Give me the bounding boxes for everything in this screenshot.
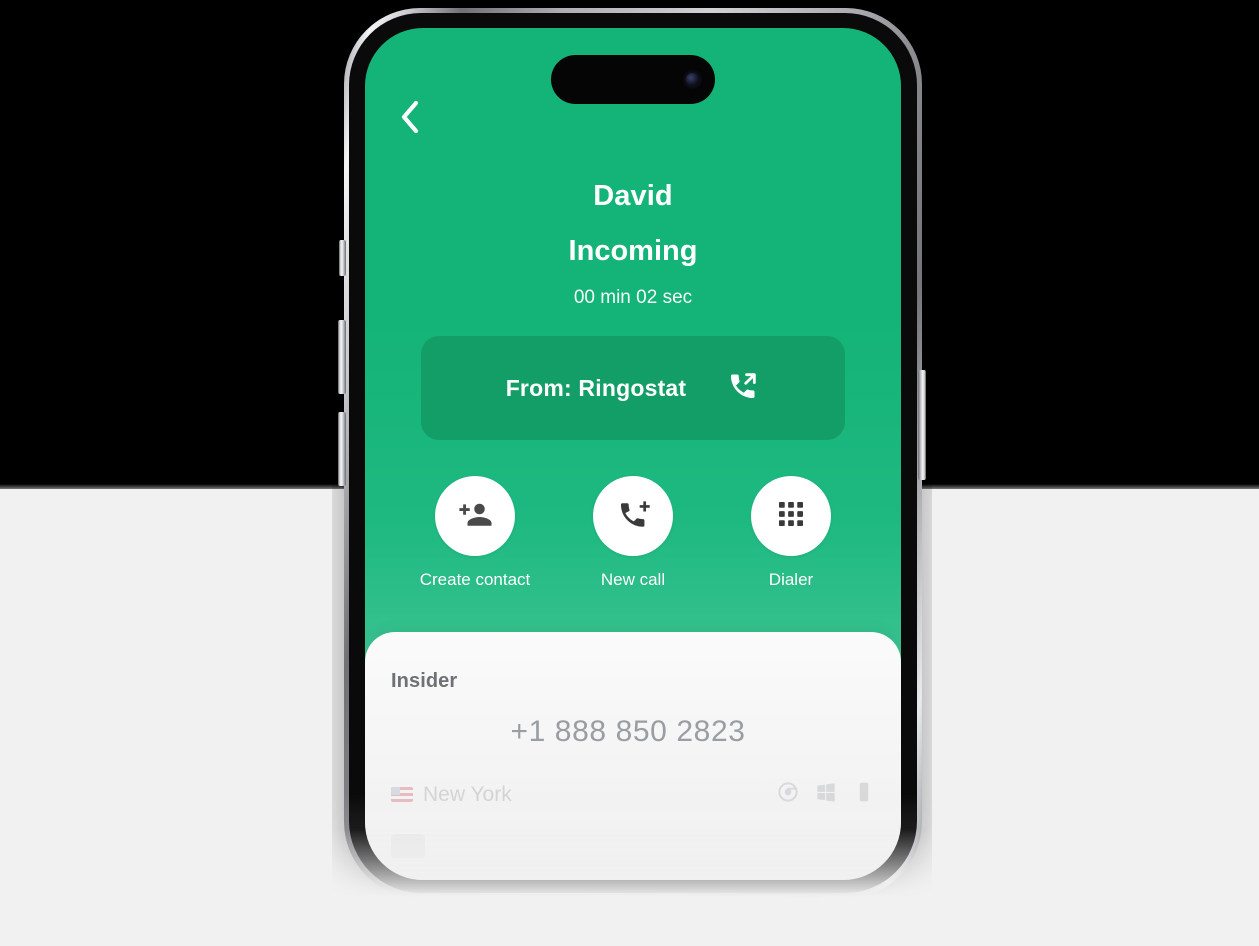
back-button[interactable] [389, 96, 431, 138]
volume-down-button[interactable] [338, 412, 346, 486]
from-card[interactable]: From: Ringostat [421, 336, 845, 440]
camera-lens-icon [686, 73, 699, 86]
chevron-left-icon [399, 100, 421, 134]
location-item: New York [391, 783, 512, 807]
from-card-label: From: Ringostat [505, 374, 687, 401]
create-contact-circle [435, 476, 515, 556]
create-contact-button[interactable]: Create contact [420, 476, 530, 590]
call-header: David Incoming 00 min 02 sec [365, 180, 901, 309]
sheet-title: Insider [391, 670, 458, 692]
caller-name: David [593, 180, 673, 212]
phone-number[interactable]: +1 888 850 2823 [391, 715, 875, 749]
page-stage: David Incoming 00 min 02 sec From: Ringo… [0, 0, 1259, 946]
new-call-label: New call [600, 570, 666, 589]
call-outgoing-icon [726, 369, 760, 408]
dialer-button[interactable]: Dialer [743, 476, 839, 590]
mute-switch-button[interactable] [339, 240, 346, 276]
phone-mockup: David Incoming 00 min 02 sec From: Ringo… [332, 2, 932, 902]
location-label: New York [423, 782, 512, 806]
new-call-circle [593, 476, 673, 556]
faded-row-text [441, 835, 446, 857]
us-flag-icon [391, 787, 413, 802]
dynamic-island [551, 55, 715, 104]
sheet-meta-row: New York [391, 781, 875, 808]
phone-screen: David Incoming 00 min 02 sec From: Ringo… [365, 28, 901, 880]
contact-bottom-sheet: Insider +1 888 850 2823 New York [365, 632, 901, 880]
new-call-button[interactable]: New call [585, 476, 681, 590]
call-actions: Create contact New call Dialer [365, 476, 901, 590]
faded-chip-icon [391, 834, 425, 858]
source-icons [777, 781, 875, 808]
windows-icon[interactable] [815, 781, 837, 808]
device-icon[interactable] [853, 781, 875, 808]
sheet-faded-row [391, 834, 875, 858]
create-contact-label: Create contact [419, 570, 531, 589]
volume-up-button[interactable] [338, 320, 346, 394]
person-add-icon [457, 496, 493, 537]
dialer-circle [751, 476, 831, 556]
call-status: Incoming [568, 235, 698, 268]
browser-icon[interactable] [777, 781, 799, 808]
power-button[interactable] [918, 370, 926, 480]
phone-add-icon [616, 497, 650, 536]
dialpad-icon [776, 499, 806, 534]
dialer-label: Dialer [768, 570, 814, 589]
call-duration: 00 min 02 sec [573, 286, 693, 308]
